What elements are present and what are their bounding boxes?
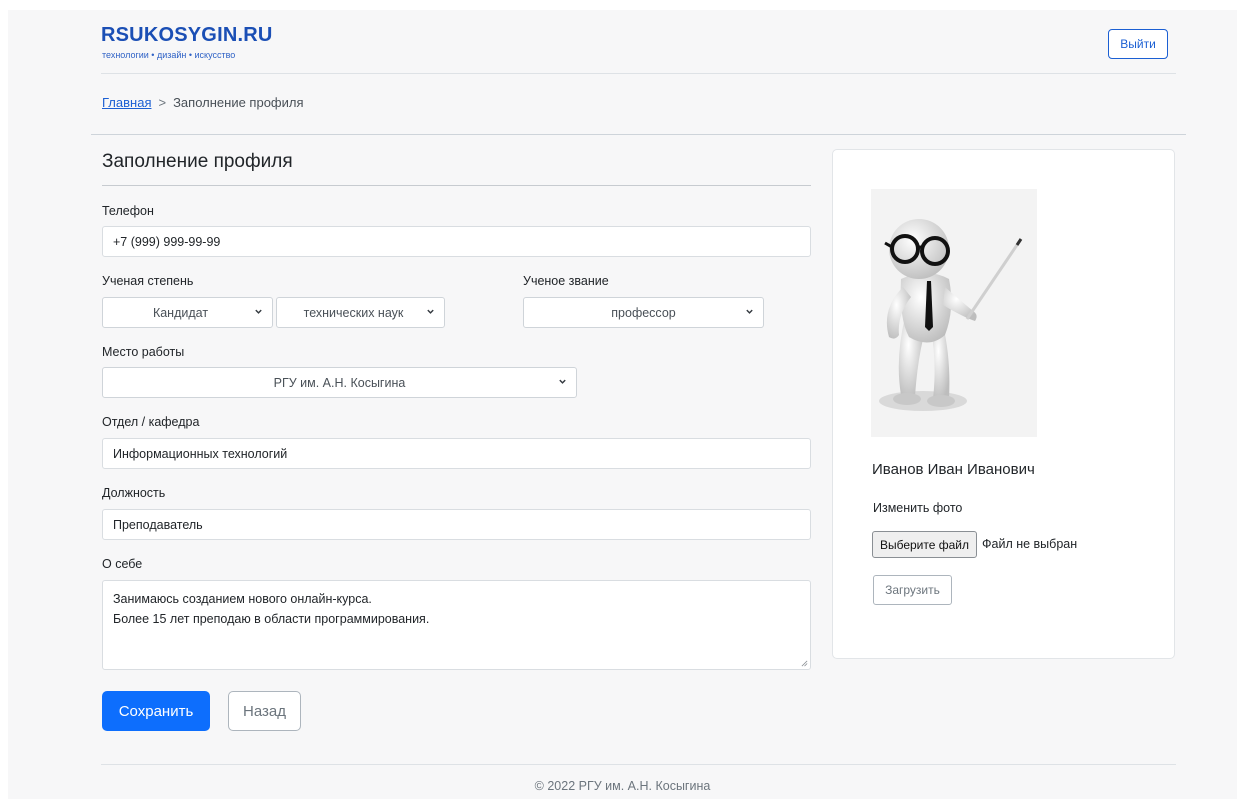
footer-divider (101, 764, 1176, 765)
profile-photo (871, 189, 1037, 437)
about-line-2: Более 15 лет преподаю в области программ… (113, 612, 430, 626)
department-input[interactable]: Информационных технологий (102, 438, 811, 469)
page-title: Заполнение профиля (102, 151, 293, 172)
degree-label: Ученая степень (102, 274, 194, 288)
change-photo-label: Изменить фото (873, 501, 963, 515)
back-button[interactable]: Назад (228, 691, 301, 731)
resize-handle-icon[interactable] (801, 660, 808, 667)
footer-copyright: © 2022 РГУ им. А.Н. Косыгина (534, 779, 711, 793)
academic-title-value: профессор (611, 305, 676, 320)
chevron-down-icon (746, 309, 753, 314)
degree-field-select[interactable]: технических наук (276, 297, 445, 328)
position-input[interactable]: Преподаватель (102, 509, 811, 540)
upload-button[interactable]: Загрузить (873, 575, 952, 605)
teacher-avatar (879, 219, 1023, 411)
chevron-down-icon (427, 309, 434, 314)
phone-value: +7 (999) 999-99-99 (113, 234, 221, 249)
chevron-down-icon (255, 309, 262, 314)
title-divider (102, 185, 811, 186)
header-divider (101, 73, 1176, 74)
degree-level-value: Кандидат (152, 305, 209, 320)
about-line-1: Занимаюсь созданием нового онлайн-курса. (113, 592, 372, 606)
about-label: О себе (102, 557, 143, 571)
breadcrumb-current: Заполнение профиля (173, 95, 304, 110)
position-value: Преподаватель (113, 517, 203, 532)
breadcrumb: Главная > Заполнение профиля (102, 95, 304, 110)
academic-title-label: Ученое звание (523, 274, 609, 288)
breadcrumb-separator: > (158, 95, 167, 110)
workplace-label: Место работы (102, 345, 185, 359)
position-label: Должность (102, 486, 166, 500)
degree-field-value: технических наук (303, 305, 404, 320)
breadcrumb-home-link[interactable]: Главная (102, 95, 151, 110)
about-textarea[interactable]: Занимаюсь созданием нового онлайн-курса.… (102, 580, 811, 670)
workplace-select[interactable]: РГУ им. А.Н. Косыгина (102, 367, 577, 398)
degree-level-select[interactable]: Кандидат (102, 297, 273, 328)
breadcrumb-divider (91, 134, 1186, 135)
save-button[interactable]: Сохранить (102, 691, 210, 731)
user-full-name: Иванов Иван Иванович (872, 461, 1035, 478)
academic-title-select[interactable]: профессор (523, 297, 764, 328)
choose-file-button[interactable]: Выберите файл (872, 531, 977, 558)
chevron-down-icon (559, 379, 566, 384)
department-value: Информационных технологий (113, 446, 288, 461)
workplace-value: РГУ им. А.Н. Косыгина (273, 375, 406, 390)
logo-title[interactable]: RSUKOSYGIN.RU (101, 24, 273, 47)
logo-subtitle: технологии • дизайн • искусство (102, 50, 236, 60)
phone-label: Телефон (102, 204, 154, 218)
department-label: Отдел / кафедра (102, 415, 200, 429)
file-status-text: Файл не выбран (982, 537, 1078, 551)
logout-button[interactable]: Выйти (1108, 29, 1168, 59)
phone-input[interactable]: +7 (999) 999-99-99 (102, 226, 811, 257)
